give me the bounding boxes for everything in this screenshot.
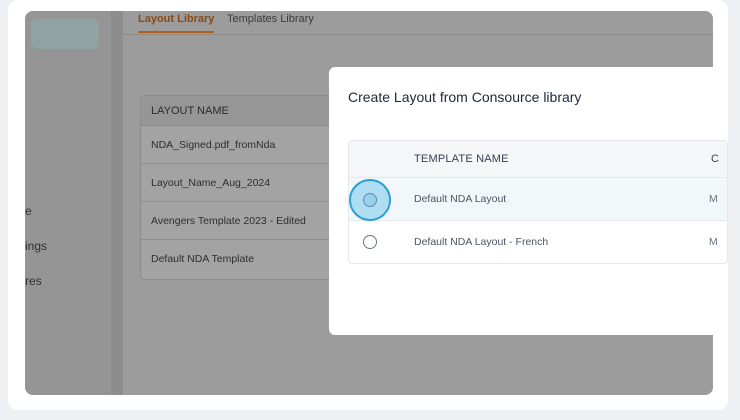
tab-layout-library[interactable]: Layout Library [138, 13, 215, 33]
table-row[interactable]: Default NDA Template [141, 240, 339, 278]
sidebar-active-item[interactable] [31, 19, 99, 49]
modal-title: Create Layout from Consource library [348, 89, 582, 105]
sidebar-divider [111, 11, 123, 395]
table-row[interactable]: Default NDA Layout M [349, 178, 727, 221]
radio-icon [363, 193, 377, 207]
sidebar-item-label[interactable]: ings [25, 239, 47, 253]
template-name: Default NDA Layout [414, 193, 507, 205]
sidebar: e ings res [25, 11, 111, 395]
tab-templates-library[interactable]: Templates Library [227, 13, 314, 31]
sidebar-item-label[interactable]: e [25, 204, 32, 218]
sidebar-item-label[interactable]: res [25, 274, 42, 288]
table-row[interactable]: Layout_Name_Aug_2024 [141, 164, 339, 202]
template-cell-truncated: M [709, 236, 718, 248]
create-layout-modal: Create Layout from Consource library TEM… [329, 67, 728, 335]
template-cell-truncated: M [709, 193, 718, 205]
template-table: TEMPLATE NAME C Default NDA Layout M Def… [348, 140, 728, 264]
column-header-layout-name: LAYOUT NAME [141, 96, 339, 126]
column-header-truncated: C [711, 153, 719, 165]
table-row[interactable]: NDA_Signed.pdf_fromNda [141, 126, 339, 164]
template-radio[interactable] [363, 235, 377, 249]
library-tabs: Layout Library Templates Library [123, 11, 713, 35]
table-row[interactable]: Avengers Template 2023 - Edited [141, 202, 339, 240]
layouts-table: LAYOUT NAME NDA_Signed.pdf_fromNda Layou… [140, 95, 340, 280]
template-table-header: TEMPLATE NAME C [349, 141, 727, 178]
column-header-template-name: TEMPLATE NAME [414, 153, 509, 165]
table-row[interactable]: Default NDA Layout - French M [349, 221, 727, 263]
template-name: Default NDA Layout - French [414, 236, 549, 248]
template-radio-selected[interactable] [349, 179, 391, 221]
